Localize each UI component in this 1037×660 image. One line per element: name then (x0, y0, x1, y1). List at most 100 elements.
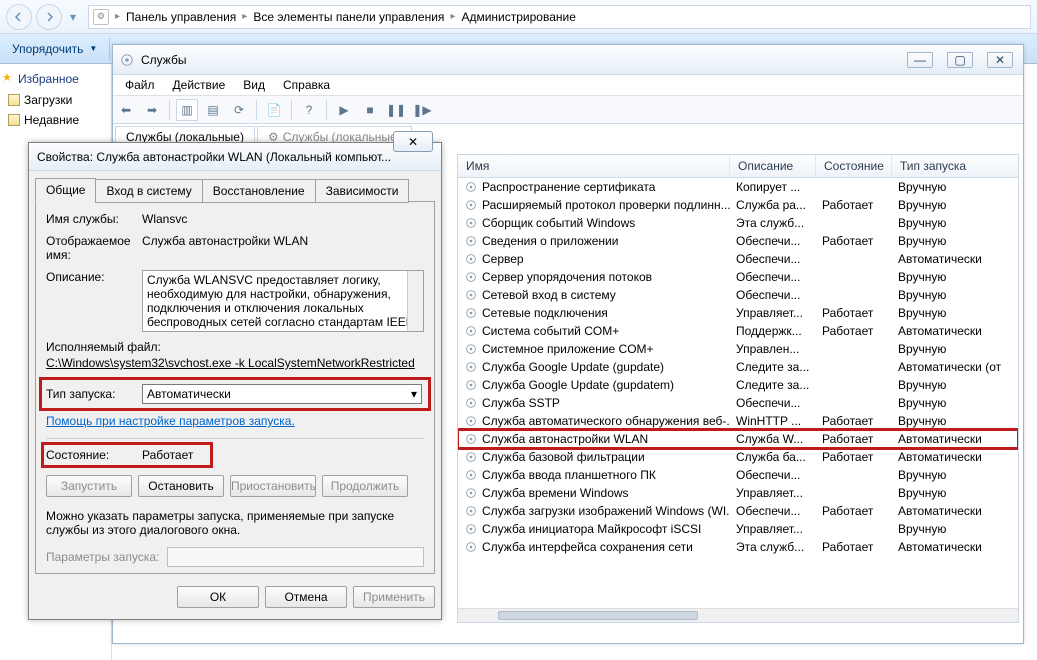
service-row[interactable]: Сборщик событий WindowsЭта служб...Вручн… (458, 214, 1018, 232)
gear-icon (464, 234, 478, 248)
nav-history-button[interactable]: ▾ (66, 7, 80, 27)
services-titlebar[interactable]: Службы — ▢ ✕ (113, 45, 1023, 75)
display-name-label: Отображаемое имя: (46, 234, 142, 262)
menu-help[interactable]: Справка (275, 76, 338, 94)
service-row[interactable]: Служба ввода планшетного ПКОбеспечи...Вр… (458, 466, 1018, 484)
restart-icon[interactable]: ❚▶ (411, 99, 433, 121)
favorites-heading[interactable]: Избранное (0, 68, 111, 90)
service-name: Служба инициатора Майкрософт iSCSI (482, 522, 701, 536)
breadcrumb-seg[interactable]: Все элементы панели управления (249, 10, 448, 24)
service-desc: Служба ба... (730, 450, 816, 464)
service-row[interactable]: Система событий COM+Поддержк...РаботаетА… (458, 322, 1018, 340)
service-properties-dialog: ✕ Свойства: Служба автонастройки WLAN (Л… (28, 142, 442, 620)
service-startup: Автоматически (892, 540, 1018, 554)
stop-icon[interactable]: ■ (359, 99, 381, 121)
gear-icon (464, 414, 478, 428)
col-name[interactable]: Имя (458, 155, 730, 177)
breadcrumb-seg[interactable]: Администрирование (457, 10, 579, 24)
service-row[interactable]: Служба интерфейса сохранения сетиЭта слу… (458, 538, 1018, 556)
service-row[interactable]: Служба SSTPОбеспечи...Вручную (458, 394, 1018, 412)
breadcrumb-seg[interactable]: Панель управления (122, 10, 240, 24)
services-menubar: Файл Действие Вид Справка (113, 75, 1023, 96)
service-row[interactable]: Служба базовой фильтрацииСлужба ба...Раб… (458, 448, 1018, 466)
service-row[interactable]: Служба автонастройки WLANСлужба W...Рабо… (458, 430, 1018, 448)
service-desc: Обеспечи... (730, 270, 816, 284)
gear-icon (464, 540, 478, 554)
menu-file[interactable]: Файл (117, 76, 163, 94)
dialog-title: Свойства: Служба автонастройки WLAN (Лок… (37, 150, 433, 164)
gear-icon (464, 360, 478, 374)
tab-recovery[interactable]: Восстановление (202, 179, 316, 203)
back-icon[interactable]: ⬅ (115, 99, 137, 121)
start-button[interactable]: Запустить (46, 475, 132, 497)
service-row[interactable]: Служба загрузки изображений Windows (WI.… (458, 502, 1018, 520)
description-box[interactable]: Служба WLANSVC предоставляет логику, нео… (142, 270, 424, 332)
service-row[interactable]: Служба Google Update (gupdate)Следите за… (458, 358, 1018, 376)
vertical-scrollbar[interactable] (407, 271, 423, 331)
dialog-close-button[interactable]: ✕ (393, 131, 433, 152)
close-button[interactable]: ✕ (987, 52, 1013, 68)
help-icon[interactable]: ? (298, 99, 320, 121)
service-row[interactable]: Расширяемый протокол проверки подлинн...… (458, 196, 1018, 214)
service-row[interactable]: СерверОбеспечи...Автоматически (458, 250, 1018, 268)
stop-button[interactable]: Остановить (138, 475, 224, 497)
ok-button[interactable]: ОК (177, 586, 259, 608)
service-row[interactable]: Служба инициатора Майкрософт iSCSIУправл… (458, 520, 1018, 538)
service-desc: Служба W... (730, 432, 816, 446)
organize-button[interactable]: Упорядочить ▼ (0, 38, 110, 60)
tab-logon[interactable]: Вход в систему (95, 179, 202, 203)
address-box[interactable]: ⚙ ▸ Панель управления ▸ Все элементы пан… (88, 5, 1031, 29)
gear-icon (464, 270, 478, 284)
service-row[interactable]: Сетевые подключенияУправляет...РаботаетВ… (458, 304, 1018, 322)
services-toolbar: ⬅ ➡ ▥ ▤ ⟳ 📄 ? ▶ ■ ❚❚ ❚▶ (113, 96, 1023, 124)
service-desc: Служба ра... (730, 198, 816, 212)
params-input[interactable] (167, 547, 424, 567)
minimize-button[interactable]: — (907, 52, 933, 68)
tab-dependencies[interactable]: Зависимости (315, 179, 410, 203)
maximize-button[interactable]: ▢ (947, 52, 973, 68)
service-row[interactable]: Сетевой вход в системуОбеспечи...Вручную (458, 286, 1018, 304)
service-desc: Обеспечи... (730, 468, 816, 482)
show-hide-tree-icon[interactable]: ▥ (176, 99, 198, 121)
dialog-titlebar[interactable]: Свойства: Служба автонастройки WLAN (Лок… (29, 143, 441, 171)
service-row[interactable]: Распространение сертификатаКопирует ...В… (458, 178, 1018, 196)
exe-label: Исполняемый файл: (46, 340, 424, 354)
service-startup: Вручную (892, 468, 1018, 482)
sidebar-item-downloads[interactable]: Загрузки (0, 90, 111, 110)
sidebar-item-recent[interactable]: Недавние (0, 110, 111, 130)
nav-back-button[interactable] (6, 4, 32, 30)
pause-icon[interactable]: ❚❚ (385, 99, 407, 121)
horizontal-scrollbar[interactable] (458, 608, 1018, 622)
col-startup[interactable]: Тип запуска (892, 155, 1019, 177)
service-row[interactable]: Служба времени WindowsУправляет...Вручну… (458, 484, 1018, 502)
service-name: Сборщик событий Windows (482, 216, 635, 230)
startup-type-select[interactable]: Автоматически ▾ (142, 384, 422, 404)
col-desc[interactable]: Описание (730, 155, 816, 177)
service-name: Сетевые подключения (482, 306, 608, 320)
apply-button[interactable]: Применить (353, 586, 435, 608)
service-row[interactable]: Служба Google Update (gupdatem)Следите з… (458, 376, 1018, 394)
startup-help-link[interactable]: Помощь при настройке параметров запуска. (46, 414, 424, 428)
service-desc: WinHTTP ... (730, 414, 816, 428)
play-icon[interactable]: ▶ (333, 99, 355, 121)
menu-view[interactable]: Вид (235, 76, 273, 94)
resume-button[interactable]: Продолжить (322, 475, 408, 497)
tab-general[interactable]: Общие (35, 178, 96, 202)
cancel-button[interactable]: Отмена (265, 586, 347, 608)
refresh-icon[interactable]: ⟳ (228, 99, 250, 121)
service-startup: Вручную (892, 234, 1018, 248)
nav-forward-button[interactable] (36, 4, 62, 30)
state-value: Работает (142, 448, 193, 462)
service-row[interactable]: Сервер упорядочения потоковОбеспечи...Вр… (458, 268, 1018, 286)
service-name: Служба Google Update (gupdate) (482, 360, 664, 374)
service-row[interactable]: Служба автоматического обнаружения веб-.… (458, 412, 1018, 430)
service-desc: Следите за... (730, 378, 816, 392)
properties-icon[interactable]: ▤ (202, 99, 224, 121)
col-state[interactable]: Состояние (816, 155, 892, 177)
pause-button[interactable]: Приостановить (230, 475, 316, 497)
service-row[interactable]: Системное приложение COM+Управлен...Вруч… (458, 340, 1018, 358)
export-icon[interactable]: 📄 (263, 99, 285, 121)
service-row[interactable]: Сведения о приложенииОбеспечи...Работает… (458, 232, 1018, 250)
forward-icon[interactable]: ➡ (141, 99, 163, 121)
menu-action[interactable]: Действие (165, 76, 234, 94)
